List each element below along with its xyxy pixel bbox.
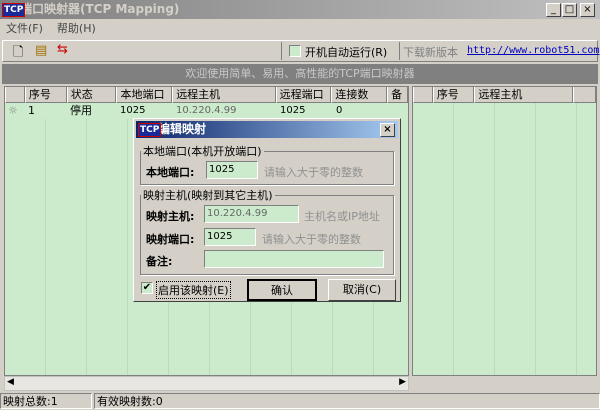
- local-port-label: 本地端口:: [146, 166, 195, 179]
- port-input[interactable]: 1025: [204, 228, 256, 246]
- close-button[interactable]: ×: [580, 3, 595, 17]
- host-hint: 主机名或IP地址: [304, 210, 380, 223]
- divider: [399, 42, 400, 60]
- note-input[interactable]: [204, 250, 384, 268]
- cell-index: 1: [28, 104, 35, 117]
- cell-remote-port: 1025: [280, 105, 306, 116]
- local-port-input[interactable]: 1025: [206, 161, 258, 179]
- connection-list[interactable]: 序号 远程主机: [412, 86, 597, 376]
- local-port-hint: 请输入大于零的整数: [264, 166, 363, 179]
- download-label: 下载新版本: [403, 46, 458, 59]
- table-row[interactable]: ☼ 1 停用 1025 10.220.4.99 1025 0: [5, 103, 408, 119]
- cell-remote-host: 10.220.4.99: [176, 105, 237, 116]
- minimize-button[interactable]: _: [546, 3, 561, 17]
- col-state[interactable]: 状态: [66, 87, 117, 103]
- dialog-title: 编辑映射: [158, 122, 207, 136]
- enable-checkbox[interactable]: ✔: [141, 282, 153, 294]
- host-label: 映射主机:: [146, 210, 195, 223]
- edit-mapping-dialog: TCP 编辑映射 × 本地端口(本机开放端口) 本地端口: 1025 请输入大于…: [133, 118, 401, 302]
- maximize-button[interactable]: □: [562, 3, 577, 17]
- col-connections[interactable]: 连接数: [331, 87, 388, 103]
- col-remote-host[interactable]: 远程主机: [474, 87, 574, 103]
- col-index[interactable]: 序号: [24, 87, 67, 103]
- menu-bar: 文件(F) 帮助(H): [0, 20, 104, 38]
- scroll-left-icon[interactable]: ◀: [7, 377, 14, 387]
- cell-state: 停用: [70, 104, 92, 117]
- mapping-arrows-icon[interactable]: ⇆: [57, 42, 68, 57]
- col-remote-host[interactable]: 远程主机: [172, 87, 276, 103]
- list-header: 序号 远程主机: [413, 87, 596, 103]
- divider: [281, 42, 282, 60]
- col-index[interactable]: 序号: [432, 87, 475, 103]
- host-input[interactable]: 10.220.4.99: [204, 205, 299, 223]
- edit-icon[interactable]: ▤: [35, 43, 47, 58]
- toolbar: 🗋 ▤ ⇆ 开机自动运行(R) 下载新版本 http://www.robot51…: [2, 40, 599, 65]
- bulb-icon: ☼: [8, 104, 18, 117]
- col-icon: [5, 87, 25, 103]
- note-label: 备注:: [146, 255, 173, 268]
- cell-local-port: 1025: [120, 105, 146, 116]
- list-header: 序号 状态 本地端口 远程主机 远程端口 连接数 备: [5, 87, 408, 103]
- dialog-close-button[interactable]: ×: [380, 123, 395, 137]
- welcome-banner: 欢迎使用简单、易用、高性能的TCP端口映射器: [2, 64, 598, 84]
- cancel-button[interactable]: 取消(C): [328, 279, 396, 301]
- col-extra: [573, 87, 596, 103]
- cell-connections: 0: [336, 105, 343, 116]
- remote-group-legend: 映射主机(映射到其它主机): [143, 189, 273, 202]
- app-icon: TCP: [2, 3, 26, 17]
- status-active: 有效映射数:0: [94, 393, 600, 409]
- menu-help[interactable]: 帮助(H): [57, 22, 96, 35]
- download-link[interactable]: http://www.robot51.com: [467, 45, 599, 56]
- dialog-title-bar: TCP 编辑映射 ×: [136, 121, 398, 138]
- col-icon: [413, 87, 433, 103]
- enable-label[interactable]: 启用该映射(E): [156, 281, 231, 299]
- horizontal-scrollbar[interactable]: ◀ ▶: [4, 376, 409, 391]
- dialog-icon: TCP: [138, 123, 162, 137]
- autorun-label[interactable]: 开机自动运行(R): [305, 44, 387, 60]
- title-bar: TCP 端口映射器(TCP Mapping): [0, 0, 600, 19]
- port-hint: 请输入大于零的整数: [262, 233, 361, 246]
- ok-button[interactable]: 确认: [247, 279, 317, 301]
- autorun-checkbox[interactable]: [289, 45, 301, 57]
- scroll-right-icon[interactable]: ▶: [399, 377, 406, 387]
- col-local-port[interactable]: 本地端口: [116, 87, 173, 103]
- new-file-icon[interactable]: 🗋: [13, 43, 23, 65]
- col-remote-port[interactable]: 远程端口: [275, 87, 332, 103]
- local-group-legend: 本地端口(本机开放端口): [143, 145, 262, 158]
- status-total: 映射总数:1: [0, 393, 92, 409]
- window-title: 端口映射器(TCP Mapping): [20, 2, 180, 16]
- menu-file[interactable]: 文件(F): [6, 22, 43, 35]
- col-note[interactable]: 备: [387, 87, 408, 103]
- port-label: 映射端口:: [146, 233, 195, 246]
